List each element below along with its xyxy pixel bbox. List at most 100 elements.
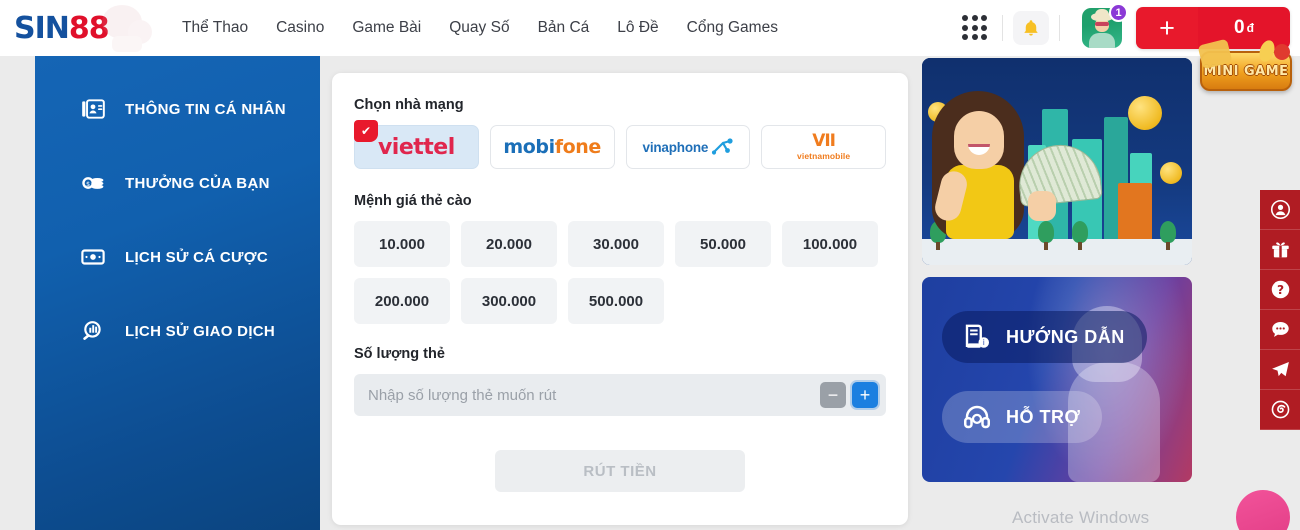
banknote-icon — [79, 243, 107, 271]
chat-bubble-icon — [1271, 321, 1289, 337]
mobifone-logo-part-a: mobi — [503, 136, 555, 158]
gift-icon — [1271, 242, 1289, 258]
denomination-section-title: Mệnh giá thẻ cào — [354, 193, 472, 209]
promo-banner[interactable] — [922, 58, 1192, 265]
quantity-increment-button[interactable]: + — [852, 382, 878, 408]
telegram-send-icon — [1271, 361, 1289, 377]
app-root: SIN88 Thể Thao Casino Game Bài Quay Số B… — [0, 0, 1300, 530]
promo-building — [1118, 183, 1152, 239]
id-card-icon — [79, 95, 107, 123]
nav-item-0[interactable]: Thể Thao — [168, 13, 262, 43]
promo-coin — [1160, 162, 1182, 184]
nav-item-4[interactable]: Bản Cá — [524, 13, 604, 43]
vietnamobile-mark: VII — [812, 131, 836, 152]
quantity-section-title: Số lượng thẻ — [354, 346, 445, 362]
svg-text:?: ? — [1276, 283, 1283, 297]
withdraw-submit-button[interactable]: RÚT TIỀN — [495, 450, 745, 492]
right-action-rail: ? — [1260, 190, 1300, 430]
carrier-option-vinaphone[interactable]: vinaphone — [625, 125, 751, 169]
user-circle-icon — [1270, 199, 1290, 220]
denomination-option-2[interactable]: 30.000 — [568, 221, 664, 267]
grid-dots-icon[interactable] — [958, 11, 992, 45]
avatar-glasses — [1095, 22, 1109, 26]
withdraw-card: Chọn nhà mạng ✔ viettel mobifone vinapho… — [332, 73, 908, 525]
rail-item-history[interactable] — [1260, 390, 1300, 430]
carrier-option-mobifone[interactable]: mobifone — [489, 125, 615, 169]
rail-item-telegram[interactable] — [1260, 350, 1300, 390]
rail-item-live-chat[interactable] — [1260, 310, 1300, 350]
promo-coin — [1128, 96, 1162, 130]
denomination-option-6[interactable]: 300.000 — [461, 278, 557, 324]
promo-model-face — [954, 111, 1004, 169]
svg-text:i: i — [983, 338, 985, 347]
book-guide-icon: i — [965, 324, 989, 348]
mobifone-logo-text: mobifone — [503, 136, 601, 158]
sidebar-item-label-3: LỊCH SỬ GIAO DỊCH — [125, 322, 276, 340]
mini-game-badge[interactable]: MINI GAME — [1197, 38, 1294, 102]
header-divider-1 — [1002, 15, 1003, 41]
bell-icon[interactable] — [1013, 11, 1049, 45]
rail-item-help[interactable]: ? — [1260, 270, 1300, 310]
promo-model-hand — [1028, 191, 1056, 221]
svg-text:$: $ — [86, 180, 90, 188]
nav-item-1[interactable]: Casino — [262, 13, 338, 43]
logo-text-88: 88 — [68, 10, 110, 46]
denomination-option-7[interactable]: 500.000 — [568, 278, 664, 324]
sidebar-item-transaction-history[interactable]: LỊCH SỬ GIAO DỊCH — [35, 294, 320, 368]
bell-glyph — [1024, 20, 1038, 36]
merlion-background — [1028, 277, 1188, 482]
nav-item-2[interactable]: Game Bài — [338, 13, 435, 43]
rail-item-promotions[interactable] — [1260, 230, 1300, 270]
floating-chat-bubble[interactable] — [1236, 490, 1290, 530]
support-button-label: HỖ TRỢ — [1006, 406, 1081, 427]
avatar-body — [1089, 33, 1115, 48]
logo-text-sin: SIN — [14, 10, 70, 46]
promo-tree — [1072, 221, 1088, 250]
guide-button[interactable]: i HƯỚNG DẪN — [942, 311, 1147, 363]
vinaphone-swoosh-icon — [712, 138, 733, 155]
main-nav: Thể Thao Casino Game Bài Quay Số Bản Cá … — [168, 13, 792, 43]
denomination-option-1[interactable]: 20.000 — [461, 221, 557, 267]
logo[interactable]: SIN88 — [0, 0, 160, 56]
guide-support-panel: i HƯỚNG DẪN HỖ TRỢ — [922, 277, 1192, 482]
carrier-options: ✔ viettel mobifone vinaphone VII vietnam… — [354, 120, 886, 169]
check-icon: ✔ — [354, 120, 378, 142]
denomination-option-5[interactable]: 200.000 — [354, 278, 450, 324]
carrier-option-viettel[interactable]: ✔ viettel — [354, 120, 479, 169]
vietnamobile-name: vietnamobile — [797, 151, 851, 162]
header-divider-2 — [1059, 15, 1060, 41]
quantity-input[interactable] — [368, 386, 814, 404]
submit-row: RÚT TIỀN — [354, 450, 886, 492]
account-sidebar: THÔNG TIN CÁ NHÂN $ THƯỞNG CỦA BẠN LỊCH … — [35, 56, 320, 530]
coins-icon: $ — [79, 169, 107, 197]
guide-button-label: HƯỚNG DẪN — [1006, 326, 1125, 347]
nav-item-5[interactable]: Lô Đề — [603, 13, 672, 43]
avatar-notification-badge: 1 — [1109, 3, 1128, 22]
denomination-options: 10.000 20.000 30.000 50.000 100.000 200.… — [354, 221, 886, 324]
spiral-refresh-icon — [1271, 400, 1289, 419]
mini-game-deco-ball — [1274, 44, 1290, 60]
denomination-option-4[interactable]: 100.000 — [782, 221, 878, 267]
headset-support-icon — [963, 405, 990, 429]
left-gutter — [0, 56, 35, 530]
avatar[interactable]: 1 — [1082, 3, 1128, 48]
vietnamobile-logo: VII vietnamobile — [797, 133, 850, 161]
nav-item-3[interactable]: Quay Số — [435, 13, 523, 43]
question-circle-icon: ? — [1271, 280, 1289, 299]
rail-item-account[interactable] — [1260, 190, 1300, 230]
sidebar-item-bet-history[interactable]: LỊCH SỬ CÁ CƯỢC — [35, 220, 320, 294]
balance-value: 0 — [1234, 17, 1245, 38]
sidebar-item-your-rewards[interactable]: $ THƯỞNG CỦA BẠN — [35, 146, 320, 220]
sidebar-item-personal-info[interactable]: THÔNG TIN CÁ NHÂN — [35, 72, 320, 146]
carrier-section-title: Chọn nhà mạng — [354, 97, 464, 113]
vinaphone-logo-text: vinaphone — [642, 139, 709, 155]
nav-item-6[interactable]: Cổng Games — [673, 13, 792, 43]
carrier-option-vietnamobile[interactable]: VII vietnamobile — [761, 125, 886, 169]
support-button[interactable]: HỖ TRỢ — [942, 391, 1103, 443]
promo-tree — [1160, 221, 1176, 250]
deposit-plus-icon[interactable]: + — [1136, 7, 1198, 49]
quantity-decrement-button[interactable]: − — [820, 382, 846, 408]
sidebar-item-label-1: THƯỞNG CỦA BẠN — [125, 174, 270, 192]
denomination-option-0[interactable]: 10.000 — [354, 221, 450, 267]
denomination-option-3[interactable]: 50.000 — [675, 221, 771, 267]
